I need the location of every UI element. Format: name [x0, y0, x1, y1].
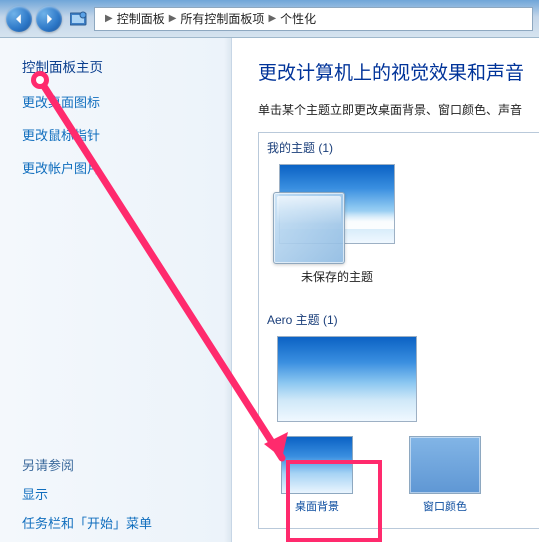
page-title: 更改计算机上的视觉效果和声音	[258, 58, 539, 85]
settings-row: 桌面背景 窗口颜色	[267, 436, 531, 514]
see-also-taskbar[interactable]: 任务栏和「开始」菜单	[22, 513, 209, 532]
chevron-right-icon: ▶	[268, 13, 276, 24]
sidebar-item-mouse-pointers[interactable]: 更改鼠标指针	[22, 125, 209, 144]
sidebar-item-account-picture[interactable]: 更改帐户图片	[22, 158, 209, 177]
main-area: 控制面板主页 更改桌面图标 更改鼠标指针 更改帐户图片 另请参阅 显示 任务栏和…	[0, 38, 539, 542]
sidebar-item-desktop-icons[interactable]: 更改桌面图标	[22, 92, 209, 111]
crumb-all-items[interactable]: 所有控制面板项	[180, 10, 264, 27]
desktop-background-button[interactable]: 桌面背景	[277, 436, 357, 514]
window-color-thumb	[409, 436, 481, 494]
content: 更改计算机上的视觉效果和声音 单击某个主题立即更改桌面背景、窗口颜色、声音 我的…	[232, 38, 539, 542]
crumb-personalization[interactable]: 个性化	[280, 10, 316, 27]
theme-name: 未保存的主题	[267, 268, 407, 285]
page-subtitle: 单击某个主题立即更改桌面背景、窗口颜色、声音	[258, 101, 539, 118]
window-color-button[interactable]: 窗口颜色	[405, 436, 485, 514]
theme-preview	[273, 164, 401, 264]
window-color-label: 窗口颜色	[405, 498, 485, 514]
desktop-background-label: 桌面背景	[277, 498, 357, 514]
crumb-control-panel[interactable]: 控制面板	[117, 10, 165, 27]
my-themes-title: 我的主题 (1)	[267, 139, 531, 156]
navbar: ▶ 控制面板 ▶ 所有控制面板项 ▶ 个性化	[0, 0, 539, 38]
forward-button[interactable]	[36, 6, 62, 32]
sidebar-home[interactable]: 控制面板主页	[22, 56, 209, 76]
theme-tile-unsaved[interactable]: 未保存的主题	[267, 164, 407, 285]
my-themes-group: 我的主题 (1) 未保存的主题 Aero 主题 (1) 桌面背景 窗口颜色	[258, 132, 539, 529]
sidebar: 控制面板主页 更改桌面图标 更改鼠标指针 更改帐户图片 另请参阅 显示 任务栏和…	[0, 38, 232, 542]
aero-theme-preview[interactable]	[277, 336, 417, 422]
chevron-right-icon: ▶	[169, 13, 177, 24]
see-also-display[interactable]: 显示	[22, 484, 209, 503]
chevron-right-icon: ▶	[105, 13, 113, 24]
personalization-icon	[68, 9, 90, 29]
breadcrumb[interactable]: ▶ 控制面板 ▶ 所有控制面板项 ▶ 个性化	[94, 7, 533, 31]
back-button[interactable]	[6, 6, 32, 32]
desktop-background-thumb	[281, 436, 353, 494]
see-also-heading: 另请参阅	[22, 455, 209, 474]
aero-themes-title: Aero 主题 (1)	[267, 311, 531, 328]
